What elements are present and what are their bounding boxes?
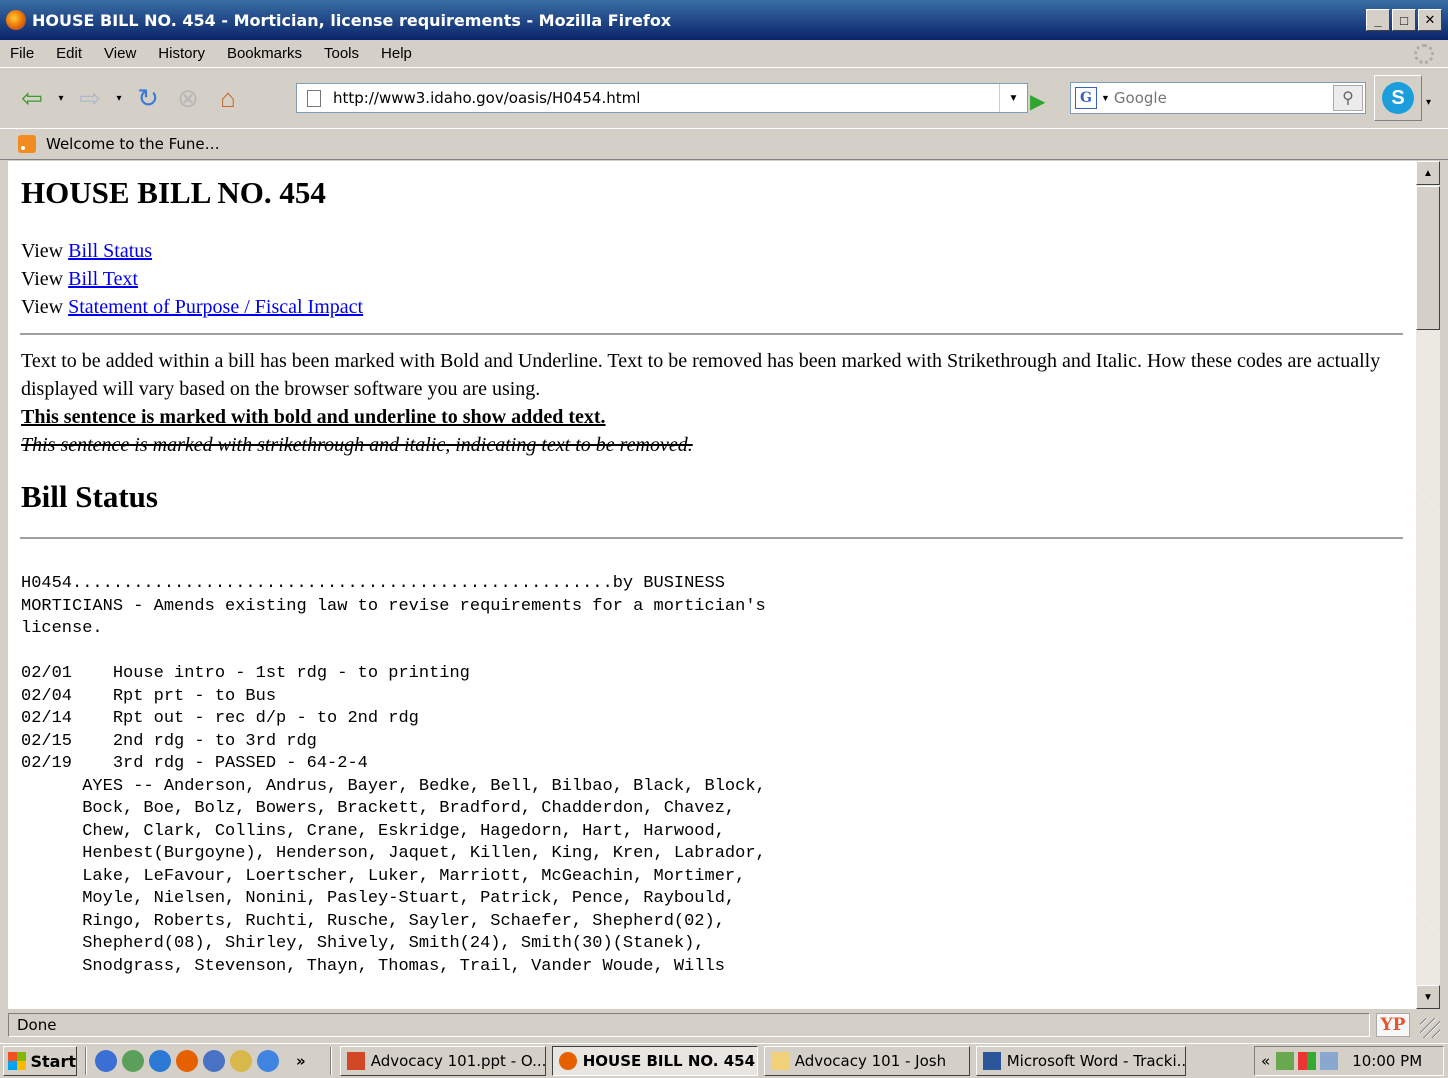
menu-history[interactable]: History xyxy=(158,45,205,62)
view-link-row: View Statement of Purpose / Fiscal Impac… xyxy=(21,293,1416,321)
task-label: Microsoft Word - Tracki... xyxy=(1006,1052,1186,1070)
menu-help[interactable]: Help xyxy=(381,45,412,62)
close-button[interactable]: ✕ xyxy=(1418,9,1442,31)
rss-icon xyxy=(18,135,36,153)
quicklaunch-browser-icon[interactable] xyxy=(257,1050,279,1072)
taskbar-separator xyxy=(85,1047,87,1075)
network-icon[interactable] xyxy=(1276,1052,1295,1070)
menu-bar: File Edit View History Bookmarks Tools H… xyxy=(0,40,1448,68)
start-label: Start xyxy=(30,1051,76,1071)
back-history-dropdown[interactable]: ▾ xyxy=(54,80,68,116)
maximize-button[interactable]: □ xyxy=(1392,9,1416,31)
throbber-icon xyxy=(1414,44,1434,64)
url-dropdown-icon[interactable]: ▼ xyxy=(999,84,1027,112)
quicklaunch-messenger-icon[interactable] xyxy=(122,1050,144,1072)
word-icon xyxy=(982,1052,1001,1070)
task-label: Advocacy 101.ppt - O... xyxy=(370,1052,546,1070)
view-link-row: View Bill Text xyxy=(21,265,1416,293)
scroll-up-button[interactable]: ▲ xyxy=(1416,161,1440,185)
menu-file[interactable]: File xyxy=(10,45,34,62)
skype-dropdown-icon[interactable]: ▾ xyxy=(1426,97,1431,108)
back-button[interactable]: ⇦ xyxy=(14,80,50,116)
page-content: HOUSE BILL NO. 454 View Bill Status View… xyxy=(8,161,1416,1009)
view-prefix: View xyxy=(21,268,64,290)
bill-text-link[interactable]: Bill Text xyxy=(68,268,138,290)
bill-status-text: H0454...................................… xyxy=(21,574,766,976)
view-prefix: View xyxy=(21,240,64,262)
view-link-row: View Bill Status xyxy=(21,237,1416,265)
search-input[interactable] xyxy=(1113,89,1314,107)
bookmarks-toolbar: Welcome to the Fune… xyxy=(0,128,1448,160)
bill-status-heading: Bill Status xyxy=(21,479,158,514)
window-titlebar[interactable]: HOUSE BILL NO. 454 - Mortician, license … xyxy=(0,0,1448,40)
resize-grip[interactable] xyxy=(1420,1018,1440,1038)
status-text: Done xyxy=(8,1013,1370,1037)
menu-view[interactable]: View xyxy=(104,45,136,62)
stop-icon[interactable]: ⊗ xyxy=(170,80,206,116)
page-title: HOUSE BILL NO. 454 xyxy=(21,175,326,210)
divider xyxy=(20,333,1403,335)
search-bar: G ▼ ⚲ xyxy=(1070,82,1366,114)
address-bar[interactable]: http://www3.idaho.gov/oasis/H0454.html ▼ xyxy=(296,83,1028,113)
removed-text-example: This sentence is marked with strikethrou… xyxy=(21,434,693,456)
url-text[interactable]: http://www3.idaho.gov/oasis/H0454.html xyxy=(333,89,640,107)
page-icon xyxy=(307,89,321,107)
view-prefix: View xyxy=(21,296,64,318)
window-controls: _ □ ✕ xyxy=(1366,9,1442,31)
quicklaunch-media-icon[interactable] xyxy=(149,1050,171,1072)
navigation-toolbar: ⇦ ▾ ⇨ ▾ ↻ ⊗ ⌂ http://www3.idaho.gov/oasi… xyxy=(0,69,1448,127)
menu-bookmarks[interactable]: Bookmarks xyxy=(227,45,302,62)
tray-chevron[interactable]: « xyxy=(1261,1052,1270,1070)
taskbar-separator xyxy=(329,1047,332,1075)
window-title: HOUSE BILL NO. 454 - Mortician, license … xyxy=(32,10,672,30)
search-icon[interactable]: ⚲ xyxy=(1333,85,1363,111)
volume-icon[interactable] xyxy=(1320,1052,1339,1070)
bill-status-link[interactable]: Bill Status xyxy=(68,240,152,262)
divider xyxy=(20,537,1403,539)
quicklaunch-tools-icon[interactable] xyxy=(230,1050,252,1072)
menu-edit[interactable]: Edit xyxy=(56,45,82,62)
minimize-button[interactable]: _ xyxy=(1366,9,1390,31)
powerpoint-icon xyxy=(346,1052,365,1070)
windows-taskbar: Start » Advocacy 101.ppt - O... HOUSE BI… xyxy=(0,1043,1448,1078)
legend-paragraph: Text to be added within a bill has been … xyxy=(21,350,1381,400)
system-tray: « 10:00 PM xyxy=(1254,1046,1444,1076)
go-icon[interactable]: ▶ xyxy=(1030,89,1045,114)
vertical-scrollbar[interactable]: ▲ ▼ xyxy=(1416,161,1440,1009)
forward-button[interactable]: ⇨ xyxy=(72,80,108,116)
reload-icon[interactable]: ↻ xyxy=(130,80,166,116)
quicklaunch-ie-icon[interactable] xyxy=(95,1050,117,1072)
firefox-icon xyxy=(6,10,26,30)
status-bar: Done YP xyxy=(0,1010,1448,1040)
forward-history-dropdown[interactable]: ▾ xyxy=(112,80,126,116)
task-label: HOUSE BILL NO. 454 ... xyxy=(582,1052,757,1070)
windows-logo-icon xyxy=(8,1052,27,1070)
quicklaunch-firefox-icon[interactable] xyxy=(176,1050,198,1072)
google-engine-icon[interactable]: G xyxy=(1075,87,1097,109)
task-firefox[interactable]: HOUSE BILL NO. 454 ... xyxy=(551,1046,758,1076)
engine-dropdown-icon[interactable]: ▼ xyxy=(1101,93,1110,103)
scroll-thumb[interactable] xyxy=(1416,186,1440,330)
clock[interactable]: 10:00 PM xyxy=(1352,1052,1422,1070)
menu-tools[interactable]: Tools xyxy=(324,45,359,62)
yp-icon[interactable]: YP xyxy=(1376,1013,1410,1037)
task-label: Advocacy 101 - Josh xyxy=(794,1052,947,1070)
scroll-down-button[interactable]: ▼ xyxy=(1416,985,1440,1009)
task-word[interactable]: Microsoft Word - Tracki... xyxy=(975,1046,1186,1076)
added-text-example: This sentence is marked with bold and un… xyxy=(21,406,606,428)
bookmark-item[interactable]: Welcome to the Fune… xyxy=(46,135,220,153)
firefox-icon xyxy=(558,1052,577,1070)
statement-of-purpose-link[interactable]: Statement of Purpose / Fiscal Impact xyxy=(68,296,363,318)
quicklaunch-thunderbird-icon[interactable] xyxy=(203,1050,225,1072)
home-icon[interactable]: ⌂ xyxy=(210,80,246,116)
task-powerpoint[interactable]: Advocacy 101.ppt - O... xyxy=(339,1046,546,1076)
task-folder[interactable]: Advocacy 101 - Josh xyxy=(763,1046,970,1076)
security-icon[interactable] xyxy=(1298,1052,1317,1070)
skype-button[interactable]: S xyxy=(1374,75,1422,121)
start-button[interactable]: Start xyxy=(3,1046,77,1076)
skype-icon: S xyxy=(1382,82,1414,114)
folder-icon xyxy=(770,1052,789,1070)
quicklaunch-chevron[interactable]: » xyxy=(296,1052,306,1070)
